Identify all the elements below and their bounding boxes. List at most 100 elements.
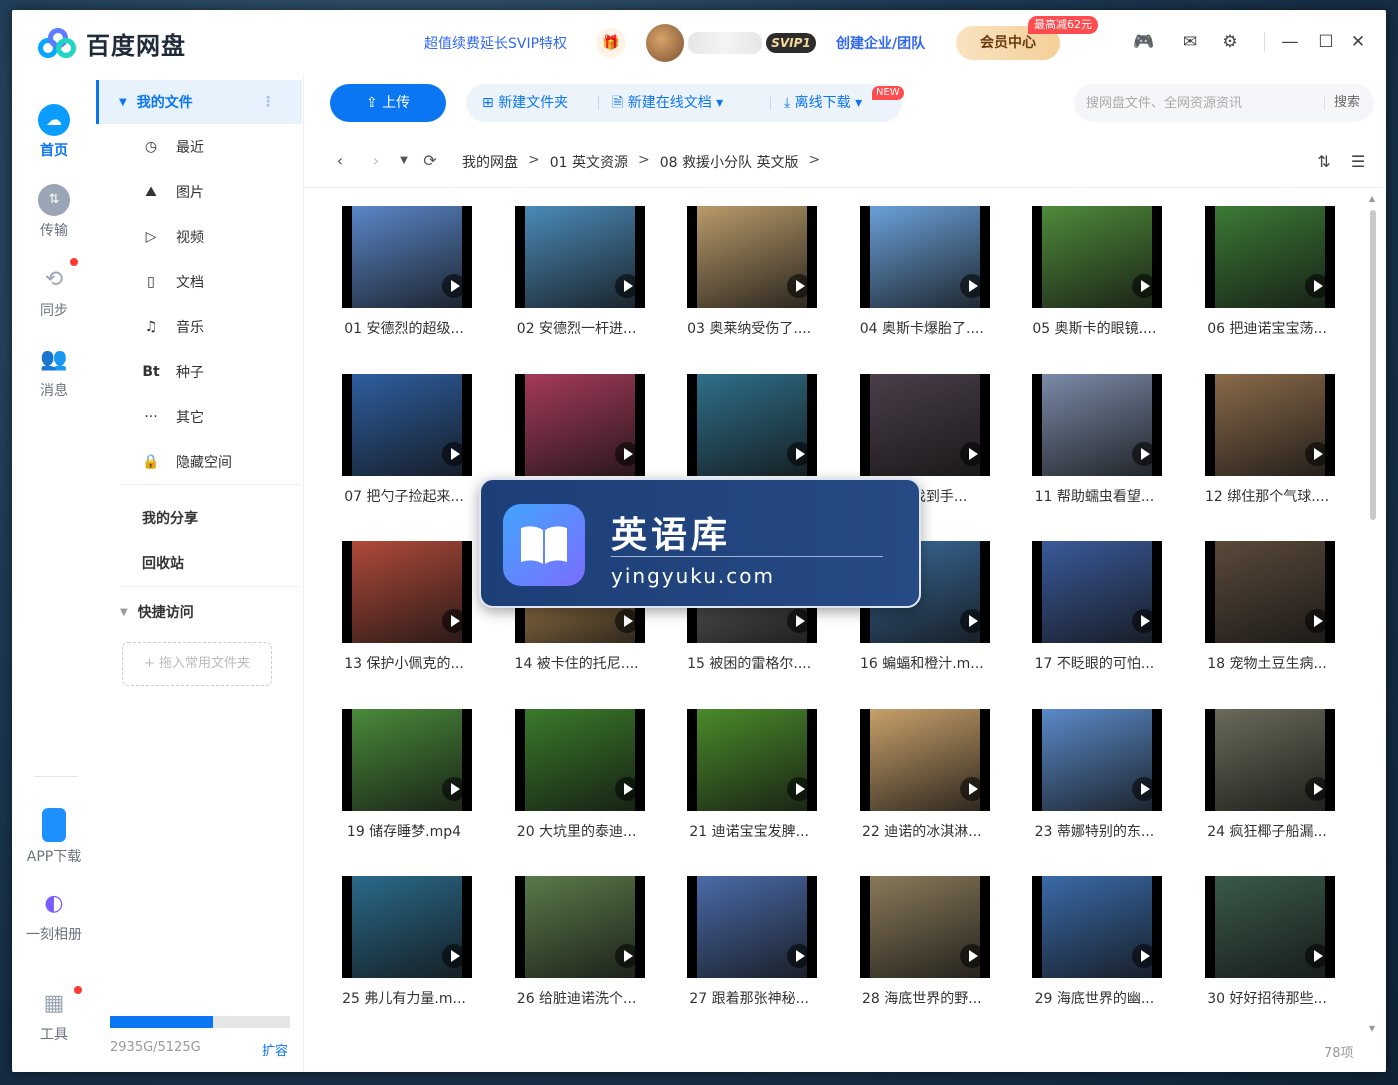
svip-promo-link[interactable]: 超值续费延长SVIP特权 xyxy=(424,33,567,53)
file-name[interactable]: 27 跟着那张神秘... xyxy=(669,988,829,1008)
new-online-doc-button[interactable]: 🗎 新建在线文档 ▾ xyxy=(612,84,723,122)
scroll-down-icon[interactable]: ▼ xyxy=(1369,1024,1375,1033)
play-icon[interactable] xyxy=(614,441,639,466)
sidebar-item-recycle[interactable]: 回收站 xyxy=(96,541,302,585)
file-tile[interactable]: 06 把迪诺宝宝荡... xyxy=(1187,196,1347,346)
offline-download-button[interactable]: ⤓ 离线下载 ▾ xyxy=(784,84,862,122)
file-tile[interactable]: 26 给脏迪诺洗个... xyxy=(497,866,657,1016)
file-name[interactable]: 21 迪诺宝宝发脾... xyxy=(669,821,829,841)
play-icon[interactable] xyxy=(787,609,812,633)
video-thumbnail[interactable] xyxy=(687,876,818,978)
play-icon[interactable] xyxy=(787,776,812,801)
file-tile[interactable]: 07 把勺子捡起来... xyxy=(324,364,484,514)
play-icon[interactable] xyxy=(442,944,466,968)
play-icon[interactable] xyxy=(959,944,984,968)
search-button[interactable]: 搜索 xyxy=(1334,84,1360,122)
video-thumbnail[interactable] xyxy=(687,373,818,476)
upload-button[interactable]: ⇪ 上传 xyxy=(330,84,446,122)
file-tile[interactable]: 22 迪诺的冰淇淋... xyxy=(842,699,1002,849)
scrollbar[interactable]: ▲ ▼ xyxy=(1368,194,1378,1036)
file-name[interactable]: 22 迪诺的冰淇淋... xyxy=(842,821,1002,841)
video-thumbnail[interactable] xyxy=(859,708,990,811)
file-tile[interactable]: 11 帮助蠕虫看望... xyxy=(1014,364,1174,514)
expand-storage-link[interactable]: 扩容 xyxy=(262,1040,288,1059)
sidebar-item-bt[interactable]: Bt 种子 xyxy=(96,350,302,394)
file-name[interactable]: 07 把勺子捡起来... xyxy=(324,486,484,506)
file-tile[interactable]: 03 奥莱纳受伤了.... xyxy=(669,196,829,346)
play-icon[interactable] xyxy=(1132,776,1157,801)
file-name[interactable]: 16 蝙蝠和橙汁.m... xyxy=(842,653,1002,673)
play-icon[interactable] xyxy=(442,776,466,801)
minimize-icon[interactable]: — xyxy=(1278,30,1302,54)
video-thumbnail[interactable] xyxy=(687,206,818,308)
play-icon[interactable] xyxy=(614,274,639,298)
file-tile[interactable]: 19 储存睡梦.mp4 xyxy=(324,699,484,849)
file-tile[interactable]: 20 大坑里的泰迪... xyxy=(497,699,657,849)
video-thumbnail[interactable] xyxy=(1205,876,1335,978)
sidebar-item-more[interactable]: ··· 其它 xyxy=(96,395,302,439)
back-icon[interactable]: ‹ xyxy=(330,150,350,172)
list-view-icon[interactable]: ☰ xyxy=(1346,150,1370,174)
play-icon[interactable] xyxy=(1132,441,1157,466)
video-thumbnail[interactable] xyxy=(514,206,645,308)
video-thumbnail[interactable] xyxy=(1032,373,1163,476)
refresh-icon[interactable]: ⟳ xyxy=(420,150,440,172)
play-icon[interactable] xyxy=(959,776,984,801)
play-icon[interactable] xyxy=(959,274,984,298)
file-tile[interactable]: 12 绑住那个气球.... xyxy=(1187,364,1347,514)
file-tile[interactable]: 18 宠物土豆生病... xyxy=(1187,531,1347,681)
sidebar-item-document[interactable]: ▯ 文档 xyxy=(96,260,302,304)
sidebar-item-music[interactable]: ♫ 音乐 xyxy=(96,305,302,349)
file-tile[interactable]: 01 安德烈的超级... xyxy=(324,196,484,346)
video-thumbnail[interactable] xyxy=(342,876,472,978)
play-icon[interactable] xyxy=(614,944,639,968)
settings-icon[interactable]: ⚙ xyxy=(1218,30,1242,54)
scroll-up-icon[interactable]: ▲ xyxy=(1369,194,1375,203)
sidebar-item-lock[interactable]: 🔒 隐藏空间 xyxy=(96,440,302,484)
maximize-icon[interactable]: ☐ xyxy=(1314,30,1338,54)
sidebar-item-my-files[interactable]: ▼ 我的文件 ⋮ xyxy=(96,80,302,124)
video-thumbnail[interactable] xyxy=(1032,206,1163,308)
file-name[interactable]: 05 奥斯卡的眼镜.... xyxy=(1014,318,1174,338)
file-tile[interactable]: 21 迪诺宝宝发脾... xyxy=(669,699,829,849)
play-icon[interactable] xyxy=(787,944,812,968)
video-thumbnail[interactable] xyxy=(859,876,990,978)
file-tile[interactable]: 25 弗儿有力量.m... xyxy=(324,866,484,1016)
file-tile[interactable]: 28 海底世界的野... xyxy=(842,866,1002,1016)
breadcrumb-item[interactable]: 08 救援小分队 英文版 xyxy=(660,152,799,172)
video-thumbnail[interactable] xyxy=(1205,708,1335,811)
file-tile[interactable]: 04 奥斯卡爆胎了.... xyxy=(842,196,1002,346)
file-name[interactable]: 12 绑住那个气球.... xyxy=(1187,486,1347,506)
sidebar-item-clock[interactable]: ◷ 最近 xyxy=(96,125,302,169)
file-name[interactable]: 06 把迪诺宝宝荡... xyxy=(1187,318,1347,338)
play-icon[interactable] xyxy=(1305,944,1329,968)
rail-item-messages[interactable]: 👥 消息 xyxy=(12,344,96,400)
play-icon[interactable] xyxy=(959,441,984,466)
avatar[interactable] xyxy=(646,24,684,62)
file-name[interactable]: 24 疯狂椰子船漏... xyxy=(1187,821,1347,841)
video-thumbnail[interactable] xyxy=(1205,373,1335,476)
rail-item-sync[interactable]: ⟲ 同步 xyxy=(12,258,96,320)
video-thumbnail[interactable] xyxy=(1205,206,1335,308)
file-tile[interactable]: 05 奥斯卡的眼镜.... xyxy=(1014,196,1174,346)
svip-badge[interactable]: SVIP1 xyxy=(766,33,816,53)
rail-item-app-download[interactable]: APP下载 xyxy=(12,808,96,866)
video-thumbnail[interactable] xyxy=(342,373,472,476)
file-tile[interactable]: 23 蒂娜特别的东... xyxy=(1014,699,1174,849)
video-thumbnail[interactable] xyxy=(1205,541,1335,643)
file-name[interactable]: 01 安德烈的超级... xyxy=(324,318,484,338)
play-icon[interactable] xyxy=(1305,274,1329,298)
breadcrumb-item[interactable]: 01 英文资源 xyxy=(550,152,628,172)
sidebar-item-quick-access[interactable]: ▼ 快捷访问 xyxy=(96,590,302,634)
gift-icon[interactable]: 🎁 xyxy=(596,28,626,58)
file-tile[interactable]: 29 海底世界的幽... xyxy=(1014,866,1174,1016)
history-dropdown-icon[interactable]: ▼ xyxy=(394,150,414,172)
rail-item-album[interactable]: ◐ 一刻相册 xyxy=(12,888,96,944)
play-icon[interactable] xyxy=(1132,274,1157,298)
file-name[interactable]: 20 大坑里的泰迪... xyxy=(497,821,657,841)
video-thumbnail[interactable] xyxy=(1032,708,1163,811)
video-thumbnail[interactable] xyxy=(514,876,645,978)
file-name[interactable]: 26 给脏迪诺洗个... xyxy=(497,988,657,1008)
mail-icon[interactable]: ✉ xyxy=(1178,30,1202,54)
sidebar-item-image[interactable]: ⛰ 图片 xyxy=(96,170,302,214)
